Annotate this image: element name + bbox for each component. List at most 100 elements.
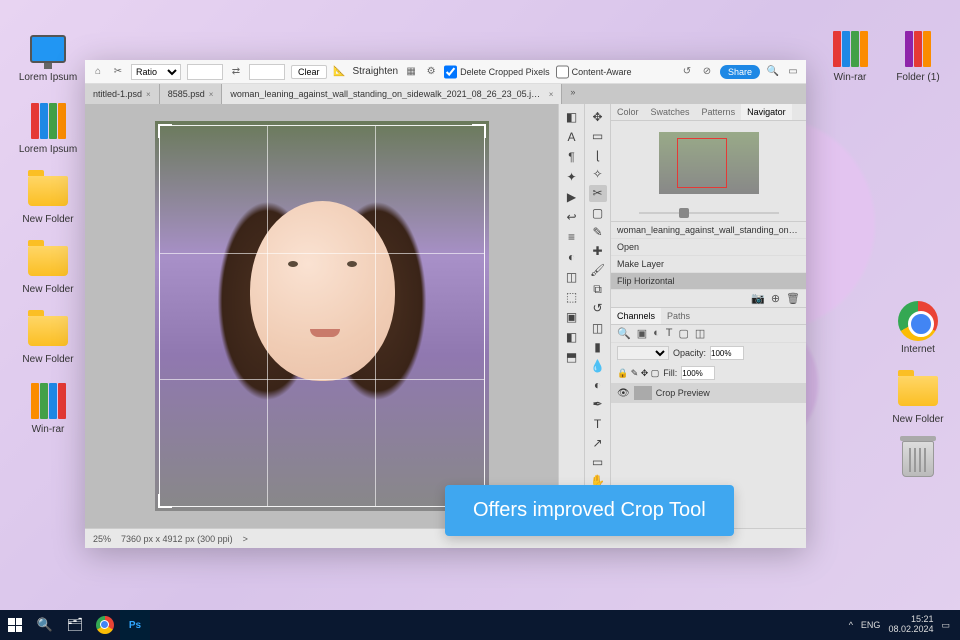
history-step[interactable]: Flip Horizontal	[611, 273, 806, 290]
crop-handle-tl[interactable]	[158, 124, 172, 138]
clear-button[interactable]: Clear	[291, 65, 327, 79]
document-tab[interactable]: 8585.psd×	[160, 84, 223, 104]
tray-clock[interactable]: 15:21 08.02.2024	[888, 615, 933, 635]
home-icon[interactable]: ⌂	[91, 65, 105, 79]
tab-paths[interactable]: Paths	[661, 308, 696, 324]
new-doc-icon[interactable]: ⊕	[771, 292, 780, 305]
wand-tool-icon[interactable]: ✧	[589, 166, 607, 183]
move-tool-icon[interactable]: ✥	[589, 108, 607, 125]
document-tab[interactable]: ntitled-1.psd×	[85, 84, 160, 104]
layers-panel-icon[interactable]: ≡	[563, 228, 581, 246]
system-tray[interactable]: ^ ENG 15:21 08.02.2024 ▭	[839, 615, 960, 635]
character-panel-icon[interactable]: A	[563, 128, 581, 146]
libraries-panel-icon[interactable]: ◫	[563, 268, 581, 286]
cancel-icon[interactable]: ⊘	[700, 65, 714, 79]
content-aware-checkbox[interactable]: Content-Aware	[556, 64, 632, 80]
panel-icon[interactable]: ⬚	[563, 288, 581, 306]
healing-tool-icon[interactable]: ✚	[589, 242, 607, 259]
stamp-tool-icon[interactable]: ⧉	[589, 281, 607, 298]
desktop-icon-folder[interactable]: New Folder	[888, 370, 948, 425]
brush-tool-icon[interactable]: 🖌	[589, 262, 607, 279]
fill-input[interactable]	[681, 366, 715, 380]
desktop-icon-pc[interactable]: Lorem Ipsum	[18, 28, 78, 83]
search-icon[interactable]: 🔍	[766, 65, 780, 79]
filter-type-icon[interactable]: T	[666, 327, 673, 340]
gradient-tool-icon[interactable]: ▮	[589, 338, 607, 355]
desktop-icon-folder[interactable]: Folder (1)	[888, 28, 948, 83]
paragraph-panel-icon[interactable]: ¶	[563, 148, 581, 166]
document-tab[interactable]: woman_leaning_against_wall_standing_on_s…	[222, 84, 562, 104]
marquee-tool-icon[interactable]: ▭	[589, 127, 607, 144]
adjustments-panel-icon[interactable]: ◐	[563, 248, 581, 266]
share-button[interactable]: Share	[720, 65, 760, 79]
opacity-input[interactable]	[710, 346, 744, 360]
photo-canvas[interactable]	[155, 121, 489, 511]
crop-handle-tr[interactable]	[472, 124, 486, 138]
filter-shape-icon[interactable]: ▢	[679, 327, 689, 340]
blur-tool-icon[interactable]: 💧	[589, 357, 607, 374]
tray-chevron-icon[interactable]: ^	[849, 620, 853, 630]
desktop-icon-winrar[interactable]: Win-rar	[18, 380, 78, 435]
color-panel-icon[interactable]: ◧	[563, 108, 581, 126]
history-step[interactable]: Make Layer	[611, 256, 806, 273]
delete-icon[interactable]: 🗑	[786, 292, 800, 305]
filter-pixel-icon[interactable]: ▣	[637, 327, 647, 340]
canvas-area[interactable]	[85, 104, 558, 528]
new-snapshot-icon[interactable]: 📷	[751, 292, 765, 305]
filter-smart-icon[interactable]: ◫	[695, 327, 705, 340]
delete-cropped-checkbox[interactable]: Delete Cropped Pixels	[444, 64, 550, 80]
desktop-icon-folder[interactable]: New Folder	[18, 310, 78, 365]
settings-gear-icon[interactable]: ⚙	[424, 65, 438, 79]
tab-color[interactable]: Color	[611, 104, 645, 120]
layer-row[interactable]: 👁 Crop Preview	[611, 383, 806, 403]
lock-icons[interactable]: 🔒 ✎ ✥ ▢	[617, 368, 659, 379]
desktop-icon-folder[interactable]: New Folder	[18, 170, 78, 225]
ratio-h-input[interactable]	[249, 64, 285, 80]
close-icon[interactable]: ×	[549, 90, 554, 99]
eraser-tool-icon[interactable]: ◫	[589, 319, 607, 336]
workspace-icon[interactable]: ▭	[786, 65, 800, 79]
dodge-tool-icon[interactable]: ◐	[589, 377, 607, 394]
shape-tool-icon[interactable]: ▭	[589, 453, 607, 470]
desktop-icon-chrome[interactable]: Internet	[888, 300, 948, 355]
tray-language[interactable]: ENG	[861, 620, 881, 630]
type-tool-icon[interactable]: T	[589, 415, 607, 432]
ratio-w-input[interactable]	[187, 64, 223, 80]
desktop-icon-trash[interactable]	[888, 438, 948, 482]
crop-tool-icon[interactable]: ✂	[589, 185, 607, 202]
blend-mode-select[interactable]	[617, 346, 669, 360]
crop-handle-bl[interactable]	[158, 494, 172, 508]
close-icon[interactable]: ×	[146, 90, 151, 99]
eyedropper-tool-icon[interactable]: ✎	[589, 223, 607, 240]
zoom-level[interactable]: 25%	[93, 534, 111, 544]
taskbar-chrome-icon[interactable]: .taskbar .ico-chrome::after{top:4px;left…	[90, 610, 120, 640]
filter-adjust-icon[interactable]: ◐	[653, 327, 660, 340]
tab-patterns[interactable]: Patterns	[696, 104, 742, 120]
history-source[interactable]: woman_leaning_against_wall_standing_on_s…	[611, 222, 806, 239]
reset-icon[interactable]: ↺	[680, 65, 694, 79]
pen-tool-icon[interactable]: ✒	[589, 396, 607, 413]
straighten-icon[interactable]: 📐	[333, 65, 347, 79]
close-icon[interactable]: ×	[209, 90, 214, 99]
history-step[interactable]: Open	[611, 239, 806, 256]
taskbar-explorer-icon[interactable]: 🗂	[60, 610, 90, 640]
grid-overlay-icon[interactable]: ▦	[404, 65, 418, 79]
swap-icon[interactable]: ⇄	[229, 65, 243, 79]
status-chevron-icon[interactable]: >	[243, 534, 248, 544]
ratio-select[interactable]: Ratio	[131, 64, 181, 80]
tab-swatches[interactable]: Swatches	[645, 104, 696, 120]
brushes-panel-icon[interactable]: ✦	[563, 168, 581, 186]
taskbar-search-icon[interactable]: 🔍	[30, 610, 60, 640]
navigator-thumbnail[interactable]	[611, 121, 806, 205]
history-panel-icon[interactable]: ↩	[563, 208, 581, 226]
panel-icon[interactable]: ▣	[563, 308, 581, 326]
taskbar-photoshop-icon[interactable]: Ps	[120, 610, 150, 640]
navigator-zoom-slider[interactable]	[611, 205, 806, 221]
desktop-icon-folder[interactable]: New Folder	[18, 240, 78, 295]
desktop-icon-binders[interactable]: Lorem Ipsum	[18, 100, 78, 155]
crop-tool-icon[interactable]: ✂	[111, 65, 125, 79]
tray-notifications-icon[interactable]: ▭	[941, 620, 950, 631]
tab-channels[interactable]: Channels	[611, 308, 661, 324]
tabs-overflow[interactable]: »	[562, 84, 583, 104]
actions-panel-icon[interactable]: ▶	[563, 188, 581, 206]
